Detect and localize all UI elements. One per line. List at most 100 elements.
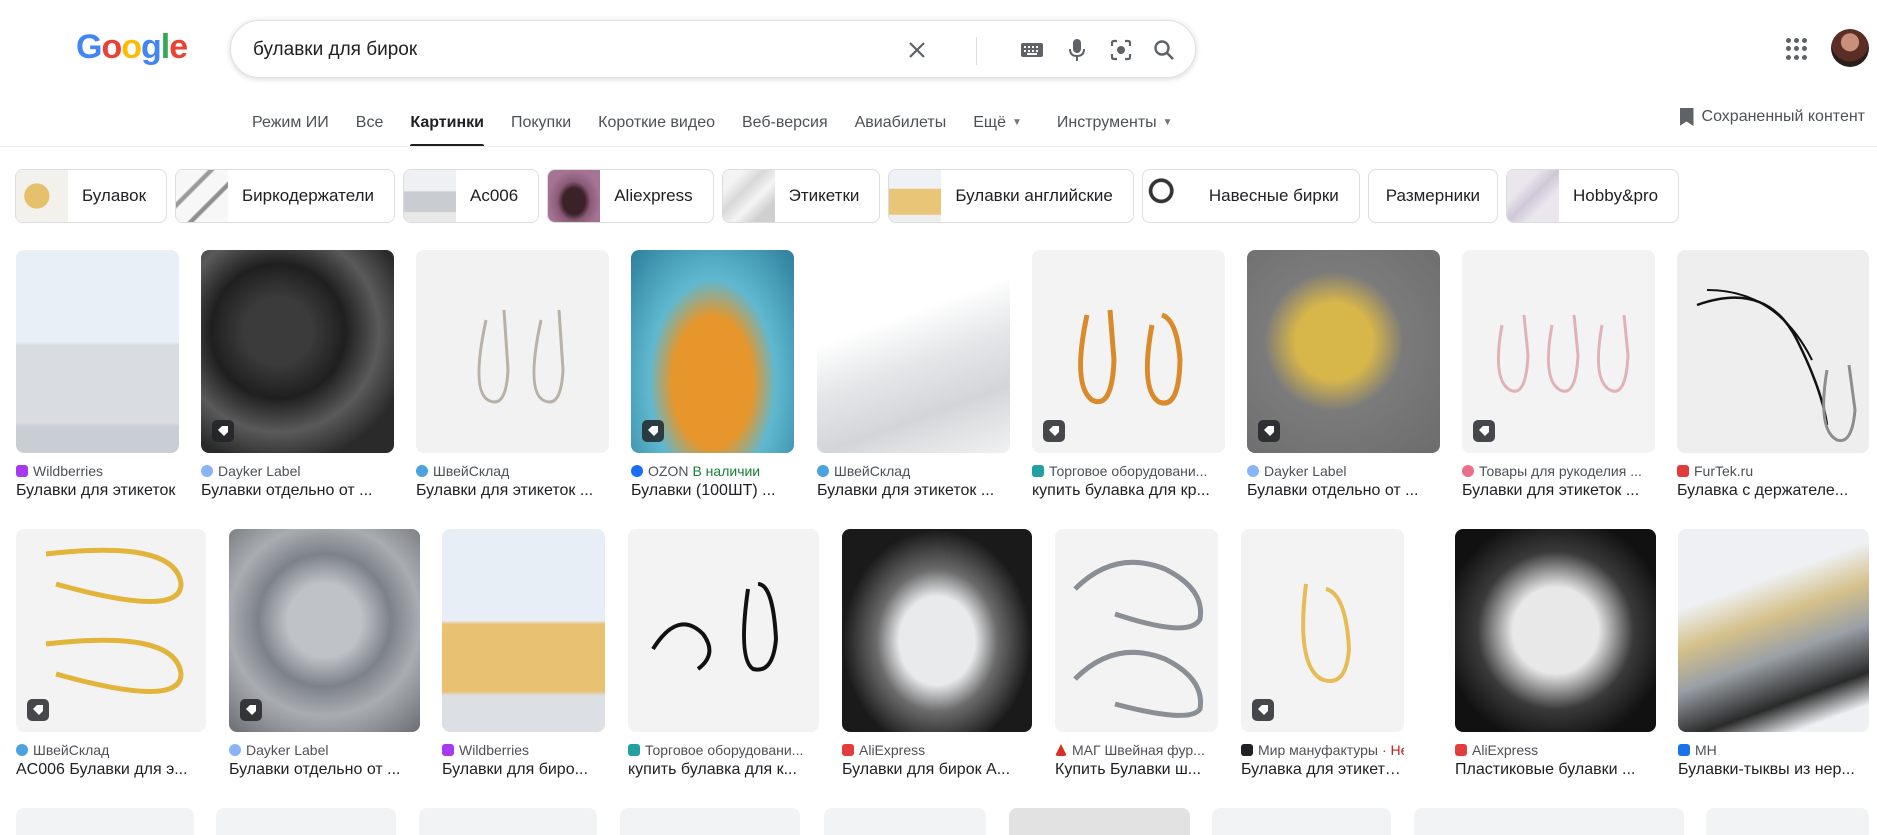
- lens-icon[interactable]: [1107, 36, 1135, 64]
- image-result-partial[interactable]: [620, 808, 800, 835]
- image-result[interactable]: Dayker Label Булавки отдельно от ...: [201, 250, 394, 500]
- source-favicon: [201, 465, 213, 477]
- result-image: [1241, 529, 1404, 732]
- chip-label: Hobby&pro: [1573, 186, 1659, 205]
- bookmark-icon: [1679, 108, 1694, 126]
- image-result[interactable]: OZON В наличии Булавки (100ШТ) ...: [631, 250, 794, 500]
- image-result[interactable]: AliExpress Пластиковые булавки ...: [1455, 529, 1656, 779]
- tab-all[interactable]: Все: [356, 112, 384, 146]
- google-logo[interactable]: Google: [76, 28, 188, 67]
- apps-icon[interactable]: [1786, 38, 1808, 60]
- image-result[interactable]: МАГ Швейная фур... Купить Булавки ш...: [1055, 529, 1218, 779]
- source-name: Мир мануфактуры: [1258, 742, 1378, 758]
- image-result-partial[interactable]: [824, 808, 986, 835]
- search-box[interactable]: [230, 20, 1196, 78]
- image-result[interactable]: Торговое оборудовани... купить булавка д…: [1032, 250, 1225, 500]
- source-name: Торговое оборудовани...: [1049, 463, 1208, 479]
- chip-hobby-pro[interactable]: Hobby&pro: [1506, 169, 1680, 223]
- tab-label: Режим ИИ: [252, 114, 329, 131]
- chip-aliexpress[interactable]: Aliexpress: [547, 169, 714, 223]
- clear-icon[interactable]: [903, 36, 931, 64]
- avatar[interactable]: [1831, 29, 1869, 67]
- source-favicon: [817, 465, 829, 477]
- result-image: [817, 250, 1010, 453]
- chip-navesnye-birki[interactable]: Навесные бирки: [1141, 169, 1360, 223]
- source-favicon: [1678, 744, 1690, 756]
- image-result[interactable]: Wildberries Булавки для биро...: [442, 529, 605, 779]
- image-result-partial[interactable]: [1009, 808, 1190, 835]
- chip-bulavok[interactable]: Булавок: [15, 169, 168, 223]
- result-image: [16, 529, 206, 732]
- tag-icon: [212, 420, 234, 442]
- image-result[interactable]: AliExpress Булавки для бирок A...: [842, 529, 1032, 779]
- image-result[interactable]: FurTek.ru Булавка с держателе...: [1677, 250, 1869, 500]
- tab-flights[interactable]: Авиабилеты: [855, 112, 947, 146]
- tab-shopping[interactable]: Покупки: [511, 112, 571, 146]
- image-result[interactable]: Dayker Label Булавки отдельно от ...: [1247, 250, 1440, 500]
- microphone-icon[interactable]: [1063, 36, 1091, 64]
- image-result[interactable]: Торговое оборудовани... купить булавка д…: [628, 529, 819, 779]
- keyboard-icon[interactable]: [1018, 36, 1046, 64]
- source-favicon: [628, 744, 640, 756]
- stock-status: · Не...: [1382, 742, 1404, 758]
- source-name: ШвейСклад: [433, 463, 510, 479]
- tab-label: Ещё: [973, 114, 1006, 131]
- chip-ac006[interactable]: Ac006: [403, 169, 540, 223]
- image-result-partial[interactable]: [419, 808, 597, 835]
- image-result-partial[interactable]: [1212, 808, 1391, 835]
- source-name: FurTek.ru: [1694, 463, 1754, 479]
- image-result-partial[interactable]: [216, 808, 396, 835]
- result-title: Купить Булавки ш...: [1055, 761, 1202, 778]
- result-image: [1455, 529, 1656, 732]
- source-favicon: [442, 744, 454, 756]
- image-result[interactable]: ШвейСклад Булавки для этикеток ...: [817, 250, 1010, 500]
- chip-label: Этикетки: [788, 186, 860, 205]
- image-result[interactable]: ШвейСклад Булавки для этикеток ...: [416, 250, 609, 500]
- source-name: Wildberries: [33, 463, 104, 479]
- result-title: купить булавка для кр...: [1032, 482, 1210, 499]
- source-favicon: [1241, 744, 1253, 756]
- tag-icon: [1473, 420, 1495, 442]
- chip-thumbnail: [1142, 170, 1195, 222]
- tab-short-videos[interactable]: Короткие видео: [598, 112, 715, 146]
- result-title: Булавка с держателе...: [1677, 482, 1849, 499]
- image-result[interactable]: Dayker Label Булавки отдельно от ...: [229, 529, 420, 779]
- chip-thumbnail: [16, 170, 68, 222]
- image-result-partial[interactable]: [1414, 808, 1684, 835]
- image-result[interactable]: МН Булавки-тыквы из нер...: [1678, 529, 1869, 779]
- result-image: [1247, 250, 1440, 453]
- result-image: [442, 529, 605, 732]
- tab-web[interactable]: Веб-версия: [742, 112, 828, 146]
- tab-images[interactable]: Картинки: [410, 112, 484, 147]
- result-title: Булавки-тыквы из нер...: [1678, 761, 1855, 778]
- image-result[interactable]: Wildberries Булавки для этикеток: [16, 250, 179, 500]
- result-title: Булавки (100ШТ) ...: [631, 482, 776, 499]
- tab-label: Все: [355, 114, 384, 131]
- stock-status: В наличии: [692, 463, 761, 479]
- source-name: AliExpress: [859, 742, 926, 758]
- result-image: [1032, 250, 1225, 453]
- source-favicon: [631, 465, 643, 477]
- saved-content-link[interactable]: Сохраненный контент: [1679, 108, 1865, 126]
- chip-etiketki[interactable]: Этикетки: [721, 169, 881, 223]
- pin-illustration: [651, 582, 779, 672]
- tab-tools[interactable]: Инструменты ▼: [1057, 112, 1173, 146]
- search-input[interactable]: [253, 35, 953, 65]
- source-favicon: [16, 465, 28, 477]
- search-icon[interactable]: [1150, 36, 1178, 64]
- result-title: Пластиковые булавки ...: [1455, 761, 1636, 778]
- tab-ai-mode[interactable]: Режим ИИ: [252, 112, 329, 146]
- image-result[interactable]: ШвейСклад AC006 Булавки для э...: [16, 529, 206, 779]
- tab-more[interactable]: Ещё ▼: [973, 112, 1022, 146]
- result-image: [631, 250, 794, 453]
- chip-thumbnail: [548, 170, 601, 222]
- chip-birkoderzhateli[interactable]: Биркодержатели: [175, 169, 396, 223]
- image-result-partial[interactable]: [16, 808, 194, 835]
- chip-thumbnail: [889, 170, 942, 222]
- image-result[interactable]: Мир мануфактуры· Не... Булавка для этике…: [1241, 529, 1404, 779]
- image-result-partial[interactable]: [1706, 808, 1869, 835]
- result-image: [628, 529, 819, 732]
- chip-bulavki-angliyskie[interactable]: Булавки английские: [888, 169, 1134, 223]
- chip-razmerniki[interactable]: Размерники: [1367, 169, 1499, 223]
- image-result[interactable]: Товары для рукоделия ... Булавки для эти…: [1462, 250, 1655, 500]
